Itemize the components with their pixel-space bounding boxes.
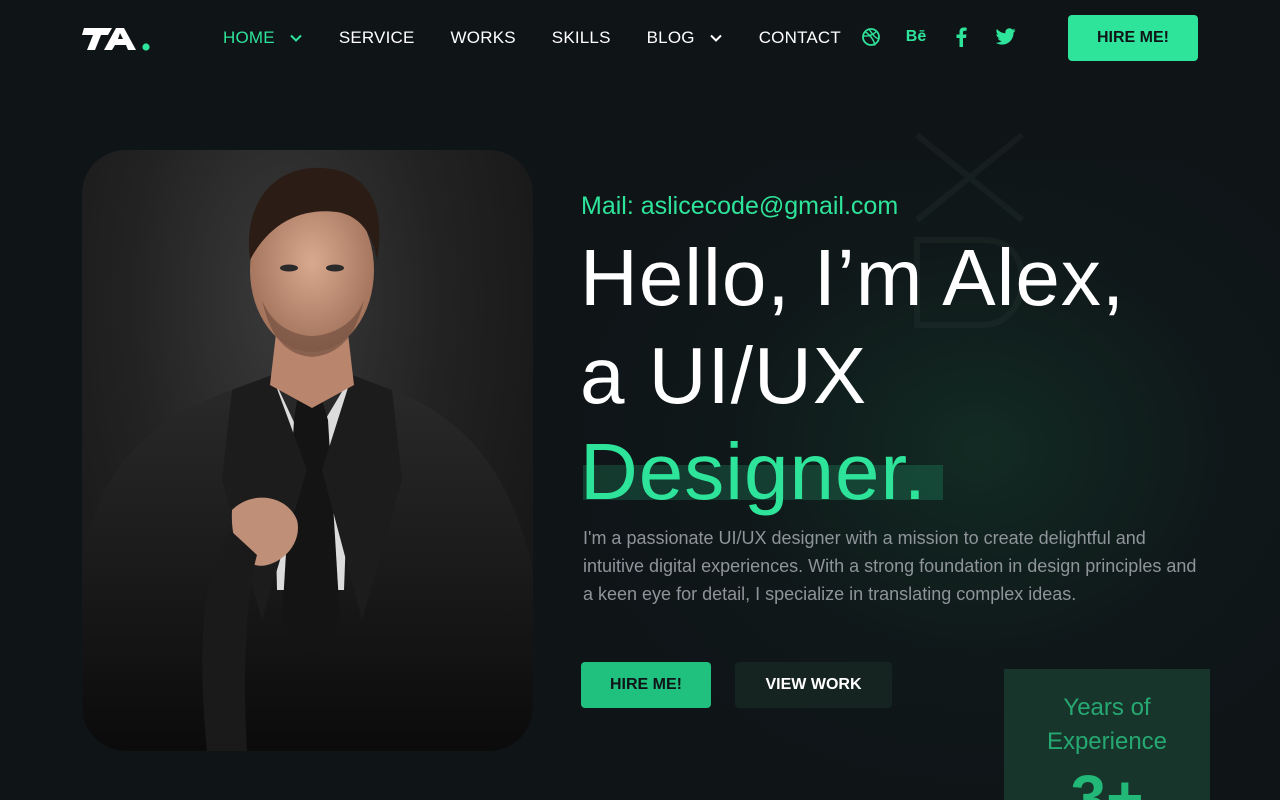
contact-email[interactable]: Mail: aslicecode@gmail.com bbox=[581, 192, 898, 221]
nav-item-home[interactable]: HOME bbox=[223, 28, 303, 48]
nav-label: SKILLS bbox=[551, 28, 611, 47]
hero-description: I'm a passionate UI/UX designer with a m… bbox=[583, 528, 1197, 604]
nav-label: SERVICE bbox=[338, 28, 415, 47]
chevron-down-icon bbox=[290, 34, 302, 42]
facebook-icon[interactable] bbox=[950, 26, 972, 48]
experience-card: Years of Experience 3+ bbox=[1004, 669, 1210, 800]
experience-label: Years of Experience bbox=[1046, 694, 1168, 755]
hire-me-button-header[interactable]: HIRE ME! bbox=[1068, 15, 1198, 61]
nav-item-contact[interactable]: CONTACT bbox=[759, 28, 841, 48]
behance-icon[interactable]: Bē bbox=[905, 26, 927, 48]
view-work-button[interactable]: VIEW WORK bbox=[735, 662, 892, 708]
hero-heading-line-3: Designer. bbox=[580, 427, 927, 516]
brand-logo[interactable] bbox=[82, 24, 152, 54]
hero-heading-line-2: a UI/UX bbox=[580, 331, 868, 420]
nav-label: WORKS bbox=[450, 28, 516, 47]
nav-label: BLOG bbox=[646, 28, 695, 47]
nav-item-skills[interactable]: SKILLS bbox=[552, 28, 611, 48]
behance-glyph: Bē bbox=[905, 28, 927, 45]
chevron-down-icon bbox=[709, 34, 722, 42]
profile-photo bbox=[82, 150, 533, 751]
site-header: HOME SERVICE WORKS SKILLS BLOG CONTACT B… bbox=[0, 0, 1280, 76]
experience-value: 3+ bbox=[1070, 762, 1144, 800]
twitter-icon[interactable] bbox=[995, 26, 1017, 48]
nav-label: HOME bbox=[223, 28, 275, 47]
hire-me-button[interactable]: HIRE ME! bbox=[581, 662, 711, 708]
nav-item-service[interactable]: SERVICE bbox=[339, 28, 415, 48]
nav-item-blog[interactable]: BLOG bbox=[647, 28, 723, 48]
dribbble-icon[interactable] bbox=[860, 26, 882, 48]
nav-label: CONTACT bbox=[758, 28, 841, 47]
main-nav: HOME SERVICE WORKS SKILLS BLOG CONTACT bbox=[223, 27, 877, 49]
hero-heading-line-1: Hello, I’m Alex, bbox=[580, 233, 1126, 322]
social-links: Bē bbox=[860, 26, 1040, 48]
nav-item-works[interactable]: WORKS bbox=[451, 28, 516, 48]
